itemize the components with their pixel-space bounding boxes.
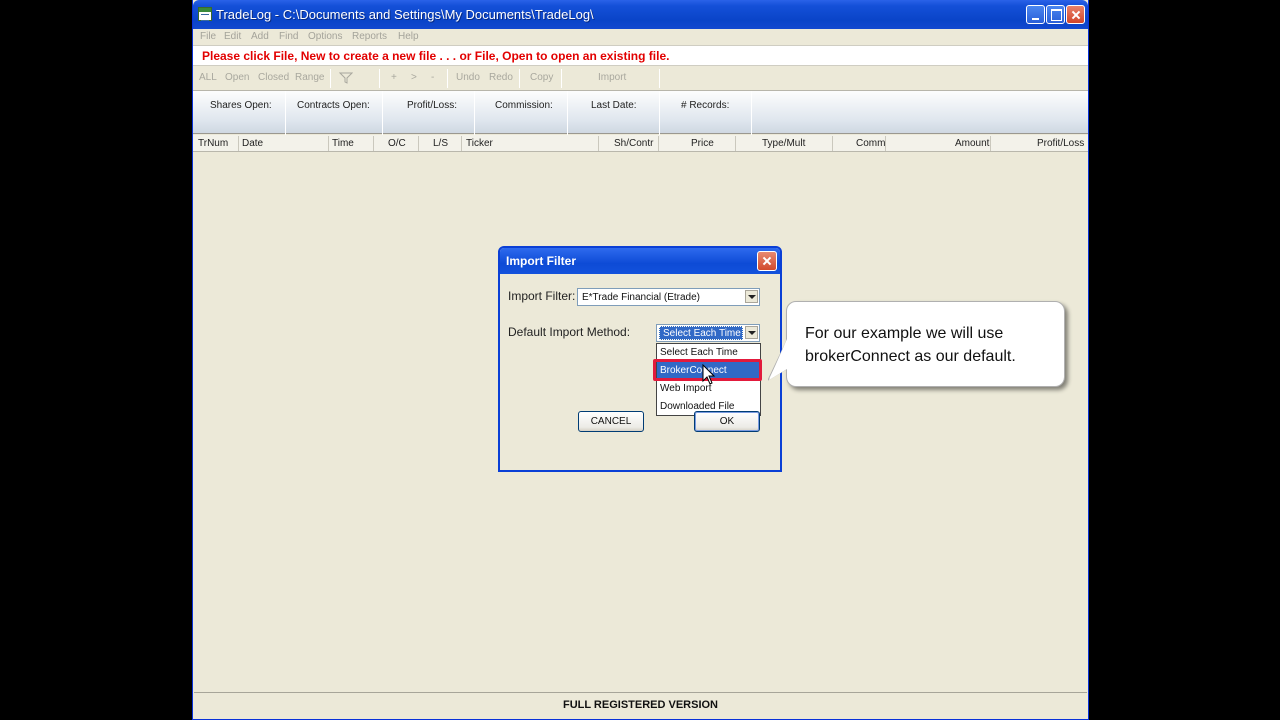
- profit-loss-label: Profit/Loss:: [407, 100, 458, 111]
- trade-table-header: TrNum Date Time O/C L/S Ticker Sh/Contr …: [193, 135, 1088, 152]
- minimize-button[interactable]: [1026, 5, 1045, 24]
- maximize-button[interactable]: [1046, 5, 1065, 24]
- add-record-button[interactable]: +: [391, 72, 397, 83]
- import-button[interactable]: Import: [598, 72, 626, 83]
- dialog-close-button[interactable]: [757, 251, 777, 271]
- menu-find[interactable]: Find: [279, 29, 298, 45]
- col-separator: [418, 136, 419, 151]
- default-import-method-label: Default Import Method:: [508, 325, 631, 339]
- filter-open-button[interactable]: Open: [225, 72, 249, 83]
- toolbar-separator: [447, 69, 448, 88]
- col-separator: [832, 136, 833, 151]
- col-sh-contr[interactable]: Sh/Contr: [614, 138, 653, 149]
- toolbar-separator: [561, 69, 562, 88]
- summary-separator: [659, 91, 660, 135]
- shares-open-label: Shares Open:: [210, 100, 272, 111]
- toolbar-separator: [379, 69, 380, 88]
- toolbar: ALL Open Closed Range + > - Undo Redo Co…: [193, 67, 1088, 90]
- filter-closed-button[interactable]: Closed: [258, 72, 289, 83]
- toolbar-separator: [330, 69, 331, 88]
- redo-button[interactable]: Redo: [489, 72, 513, 83]
- screen: TradeLog - C:\Documents and Settings\My …: [0, 0, 1280, 720]
- filter-range-button[interactable]: Range: [295, 72, 324, 83]
- commission-label: Commission:: [495, 100, 553, 111]
- last-date-label: Last Date:: [591, 100, 637, 111]
- chevron-down-icon[interactable]: [745, 290, 758, 303]
- registration-status: FULL REGISTERED VERSION: [562, 699, 719, 711]
- toolbar-separator: [659, 69, 660, 88]
- col-oc[interactable]: O/C: [388, 138, 406, 149]
- chevron-down-icon[interactable]: [745, 326, 758, 339]
- contracts-open-label: Contracts Open:: [297, 100, 370, 111]
- col-separator: [735, 136, 736, 151]
- col-separator: [598, 136, 599, 151]
- menu-add[interactable]: Add: [251, 29, 269, 45]
- menu-reports[interactable]: Reports: [352, 29, 387, 45]
- instruction-message: Please click File, New to create a new f…: [202, 49, 670, 63]
- col-separator: [328, 136, 329, 151]
- filter-all-button[interactable]: ALL: [199, 72, 217, 83]
- import-filter-label: Import Filter:: [508, 289, 576, 303]
- mouse-pointer-icon: [702, 364, 716, 385]
- dialog-title: Import Filter: [506, 254, 577, 268]
- menu-bar: File Edit Add Find Options Reports Help: [193, 29, 1088, 45]
- col-time[interactable]: Time: [332, 138, 354, 149]
- menu-help[interactable]: Help: [398, 29, 419, 45]
- delete-record-button[interactable]: -: [431, 72, 434, 83]
- filter-icon[interactable]: [339, 72, 353, 84]
- toolbar-separator: [519, 69, 520, 88]
- col-ls[interactable]: L/S: [433, 138, 448, 149]
- records-count-label: # Records:: [681, 100, 730, 111]
- import-method-select[interactable]: Select Each Time: [656, 324, 760, 342]
- col-separator: [373, 136, 374, 151]
- window-title: TradeLog - C:\Documents and Settings\My …: [216, 7, 594, 22]
- import-filter-value: E*Trade Financial (Etrade): [582, 292, 701, 303]
- col-trnum[interactable]: TrNum: [198, 138, 228, 149]
- summary-separator: [382, 91, 383, 135]
- import-method-value: Select Each Time: [659, 326, 743, 340]
- ok-button[interactable]: OK: [694, 411, 760, 432]
- import-filter-select[interactable]: E*Trade Financial (Etrade): [577, 288, 760, 306]
- col-separator: [885, 136, 886, 151]
- callout-text: For our example we will use brokerConnec…: [805, 325, 1016, 365]
- summary-panel: Shares Open: Contracts Open: Profit/Loss…: [193, 90, 1088, 135]
- col-separator: [990, 136, 991, 151]
- message-bar: Please click File, New to create a new f…: [193, 45, 1088, 66]
- status-bar: FULL REGISTERED VERSION: [194, 692, 1087, 718]
- summary-separator: [285, 91, 286, 135]
- tutorial-callout: For our example we will use brokerConnec…: [786, 301, 1065, 387]
- cancel-button[interactable]: CANCEL: [578, 411, 644, 432]
- menu-edit[interactable]: Edit: [224, 29, 241, 45]
- col-price[interactable]: Price: [691, 138, 714, 149]
- callout-pointer-fill: [769, 339, 787, 380]
- col-date[interactable]: Date: [242, 138, 263, 149]
- summary-separator: [751, 91, 752, 135]
- close-button[interactable]: [1066, 5, 1085, 24]
- col-separator: [658, 136, 659, 151]
- col-separator: [238, 136, 239, 151]
- summary-separator: [567, 91, 568, 135]
- menu-file[interactable]: File: [200, 29, 216, 45]
- col-profit-loss[interactable]: Profit/Loss: [1037, 138, 1084, 149]
- col-separator: [461, 136, 462, 151]
- copy-button[interactable]: Copy: [530, 72, 553, 83]
- title-bar[interactable]: TradeLog - C:\Documents and Settings\My …: [193, 0, 1088, 29]
- dialog-title-bar[interactable]: Import Filter: [500, 248, 780, 274]
- col-amount[interactable]: Amount: [955, 138, 989, 149]
- undo-button[interactable]: Undo: [456, 72, 480, 83]
- col-comm[interactable]: Comm: [856, 138, 885, 149]
- summary-separator: [474, 91, 475, 135]
- col-type-mult[interactable]: Type/Mult: [762, 138, 805, 149]
- menu-options[interactable]: Options: [308, 29, 342, 45]
- col-ticker[interactable]: Ticker: [466, 138, 493, 149]
- app-icon: [198, 7, 212, 21]
- next-record-button[interactable]: >: [411, 72, 417, 83]
